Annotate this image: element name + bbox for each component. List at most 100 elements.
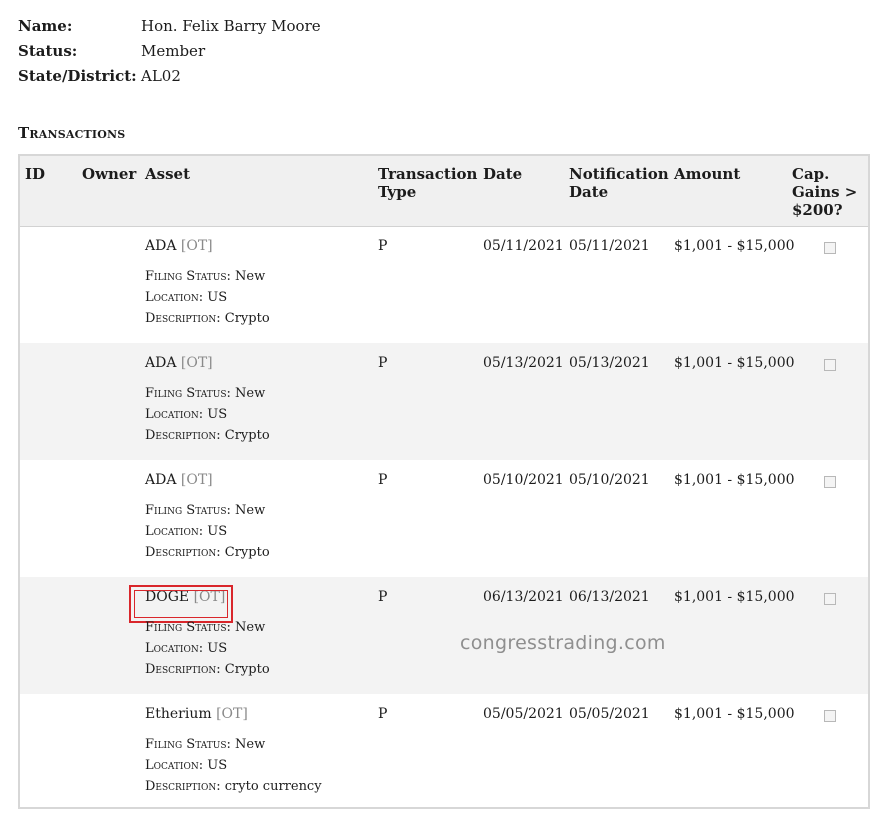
cap-gains-checkbox[interactable] xyxy=(824,359,836,371)
cap-gains-checkbox[interactable] xyxy=(824,476,836,488)
amount-cell: $1,001 - $15,000 xyxy=(674,355,795,371)
location-value: US xyxy=(207,641,228,656)
table-row: ADA [OT] Filing Status: New Location: US… xyxy=(20,460,868,577)
filing-status-line: Filing Status: New xyxy=(145,383,270,404)
location-line: Location: US xyxy=(145,287,270,308)
location-label: Location: xyxy=(145,524,204,539)
asset-cell: ADA [OT] xyxy=(145,472,213,488)
cap-gains-checkbox[interactable] xyxy=(824,593,836,605)
header-id: ID xyxy=(25,165,46,183)
description-label: Description: xyxy=(145,428,221,443)
header-cap-gains-line1: Cap. xyxy=(792,165,830,183)
filing-status-line: Filing Status: New xyxy=(145,734,322,755)
notification-date-cell: 05/10/2021 xyxy=(569,472,650,488)
filing-status-value: New xyxy=(235,737,266,752)
amount-cell: $1,001 - $15,000 xyxy=(674,706,795,722)
header-notification-date-line1: Notification xyxy=(569,165,669,183)
header-cap-gains-line2: Gains > xyxy=(792,183,858,201)
location-label: Location: xyxy=(145,290,204,305)
district-value: AL02 xyxy=(141,67,181,85)
cap-gains-checkbox[interactable] xyxy=(824,710,836,722)
asset-cell: Etherium [OT] xyxy=(145,706,248,722)
asset-name: ADA xyxy=(145,472,177,488)
cap-gains-checkbox[interactable] xyxy=(824,242,836,254)
filing-status-label: Filing Status: xyxy=(145,503,231,518)
transaction-type-cell: P xyxy=(378,238,388,254)
filing-status-label: Filing Status: xyxy=(145,269,231,284)
date-cell: 05/11/2021 xyxy=(483,238,564,254)
header-transaction-type: Transaction Type xyxy=(378,165,477,201)
transactions-table: ID Owner Asset Transaction Type Date Not… xyxy=(18,154,870,809)
description-label: Description: xyxy=(145,779,221,794)
member-info: Name: Hon. Felix Barry Moore Status: Mem… xyxy=(18,14,321,89)
location-line: Location: US xyxy=(145,404,270,425)
transaction-type-cell: P xyxy=(378,355,388,371)
status-row: Status: Member xyxy=(18,39,321,64)
filing-status-value: New xyxy=(235,620,266,635)
table-header: ID Owner Asset Transaction Type Date Not… xyxy=(20,156,868,227)
location-value: US xyxy=(207,524,228,539)
district-row: State/District: AL02 xyxy=(18,64,321,89)
location-line: Location: US xyxy=(145,521,270,542)
asset-type-tag: [OT] xyxy=(216,706,248,722)
header-amount: Amount xyxy=(674,165,741,183)
header-owner: Owner xyxy=(82,165,137,183)
description-value: Crypto xyxy=(224,311,270,326)
date-cell: 05/13/2021 xyxy=(483,355,564,371)
notification-date-cell: 05/11/2021 xyxy=(569,238,650,254)
asset-type-tag: [OT] xyxy=(180,355,213,371)
transaction-type-cell: P xyxy=(378,706,388,722)
asset-details: Filing Status: New Location: US Descript… xyxy=(145,500,270,563)
section-title: Transactions xyxy=(18,124,126,142)
filing-status-label: Filing Status: xyxy=(145,386,231,401)
asset-name: Etherium xyxy=(145,706,212,722)
header-cap-gains-line3: $200? xyxy=(792,201,843,219)
header-date: Date xyxy=(483,165,523,183)
table-row: Etherium [OT] Filing Status: New Locatio… xyxy=(20,694,868,811)
filing-status-line: Filing Status: New xyxy=(145,617,270,638)
filing-status-label: Filing Status: xyxy=(145,737,231,752)
name-label: Name: xyxy=(18,17,73,35)
description-line: Description: cryto currency xyxy=(145,776,322,797)
description-line: Description: Crypto xyxy=(145,425,270,446)
date-cell: 05/10/2021 xyxy=(483,472,564,488)
description-label: Description: xyxy=(145,311,221,326)
location-value: US xyxy=(207,758,228,773)
description-label: Description: xyxy=(145,545,221,560)
table-row: ADA [OT] Filing Status: New Location: US… xyxy=(20,343,868,460)
header-notification-date: Notification Date xyxy=(569,165,669,201)
header-cap-gains: Cap. Gains > $200? xyxy=(792,165,857,219)
filing-status-value: New xyxy=(235,503,266,518)
asset-type-tag: [OT] xyxy=(180,238,213,254)
transaction-type-cell: P xyxy=(378,589,388,605)
asset-details: Filing Status: New Location: US Descript… xyxy=(145,617,270,680)
header-notification-date-line2: Date xyxy=(569,183,609,201)
location-line: Location: US xyxy=(145,755,322,776)
description-line: Description: Crypto xyxy=(145,542,270,563)
filing-status-label: Filing Status: xyxy=(145,620,231,635)
watermark: congresstrading.com xyxy=(460,632,666,654)
name-row: Name: Hon. Felix Barry Moore xyxy=(18,14,321,39)
asset-type-tag: [OT] xyxy=(180,472,213,488)
description-line: Description: Crypto xyxy=(145,659,270,680)
table-row: DOGE [OT] Filing Status: New Location: U… xyxy=(20,577,868,694)
description-value: Crypto xyxy=(224,662,270,677)
asset-cell: ADA [OT] xyxy=(145,355,213,371)
location-label: Location: xyxy=(145,641,204,656)
filing-status-value: New xyxy=(235,269,266,284)
transaction-type-cell: P xyxy=(378,472,388,488)
description-value: Crypto xyxy=(224,545,270,560)
name-value: Hon. Felix Barry Moore xyxy=(141,17,321,35)
header-transaction-type-line2: Type xyxy=(378,183,417,201)
amount-cell: $1,001 - $15,000 xyxy=(674,238,795,254)
asset-details: Filing Status: New Location: US Descript… xyxy=(145,383,270,446)
status-value: Member xyxy=(141,42,206,60)
district-label: State/District: xyxy=(18,67,137,85)
asset-cell: ADA [OT] xyxy=(145,238,213,254)
asset-name: ADA xyxy=(145,355,177,371)
location-value: US xyxy=(207,290,228,305)
table-row: ADA [OT] Filing Status: New Location: US… xyxy=(20,226,868,343)
notification-date-cell: 05/05/2021 xyxy=(569,706,650,722)
notification-date-cell: 06/13/2021 xyxy=(569,589,650,605)
description-value: Crypto xyxy=(224,428,270,443)
